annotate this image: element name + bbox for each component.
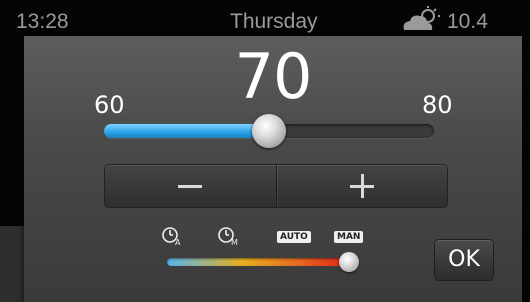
auto-mode-badge[interactable]: AUTO bbox=[277, 231, 311, 243]
clock-time: 13:28 bbox=[16, 10, 69, 33]
mode-slider-thumb[interactable] bbox=[339, 252, 359, 272]
minus-icon bbox=[178, 185, 203, 188]
outside-temperature: 10.4 bbox=[447, 10, 488, 33]
increase-button[interactable] bbox=[275, 165, 448, 207]
slider-fill bbox=[104, 124, 269, 138]
clock-a-icon[interactable]: A bbox=[162, 226, 184, 246]
weekday: Thursday bbox=[230, 10, 318, 33]
range-min-label: 60 bbox=[94, 91, 125, 119]
background-panel bbox=[0, 226, 24, 302]
clock-m-icon[interactable]: M bbox=[218, 226, 242, 246]
setpoint-dialog: 70 60 80 A M AUTO MAN OK bbox=[24, 36, 522, 302]
ok-button[interactable]: OK bbox=[434, 239, 494, 281]
screen: 13:28 Thursday 10.4 70 60 80 A M AUTO MA… bbox=[0, 0, 530, 302]
setpoint-slider[interactable] bbox=[104, 114, 434, 148]
decrease-button[interactable] bbox=[105, 165, 276, 207]
svg-text:A: A bbox=[175, 238, 181, 246]
setpoint-stepper bbox=[104, 164, 448, 208]
mode-slider[interactable] bbox=[167, 252, 359, 272]
partly-cloudy-icon bbox=[403, 6, 440, 30]
status-bar: 13:28 Thursday 10.4 bbox=[0, 0, 530, 40]
manual-mode-badge[interactable]: MAN bbox=[334, 231, 364, 243]
svg-text:M: M bbox=[231, 238, 238, 246]
slider-thumb[interactable] bbox=[252, 114, 286, 148]
range-max-label: 80 bbox=[422, 91, 453, 119]
